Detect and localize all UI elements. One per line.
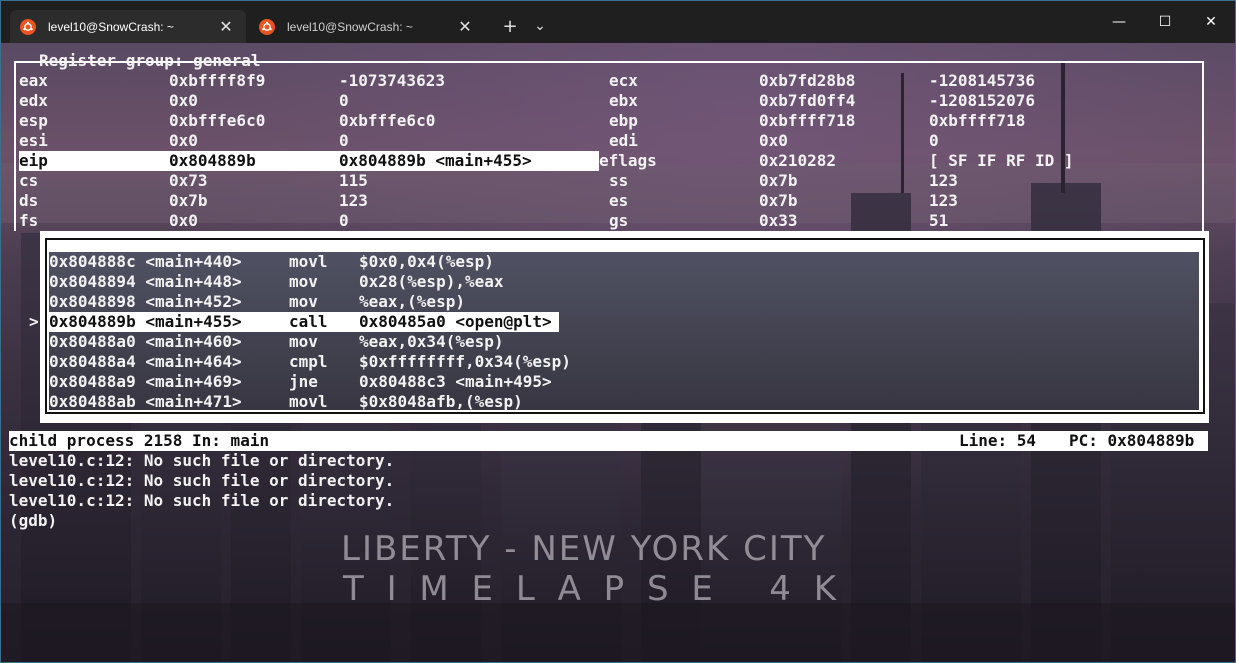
- register-r-name: eflags: [599, 151, 657, 170]
- register-r-name: edi: [609, 131, 638, 150]
- tab-label: level10@SnowCrash: ~: [48, 19, 174, 34]
- title-bar: level10@SnowCrash: ~ ✕ level10@SnowCrash…: [1, 1, 1235, 43]
- register-r-name: ebx: [609, 91, 638, 110]
- terminal-window: level10@SnowCrash: ~ ✕ level10@SnowCrash…: [0, 0, 1236, 663]
- asm-args: $0x8048afb,(%esp): [359, 392, 523, 411]
- wallpaper-subtitle: T I M E L A P S E 4 K: [343, 569, 843, 609]
- register-r-hex: 0x0: [759, 131, 788, 150]
- close-tab-icon[interactable]: ✕: [212, 13, 240, 41]
- register-r-name: ebp: [609, 111, 638, 130]
- register-l-hex: 0x0: [169, 131, 198, 150]
- status-pc: PC: 0x804889b: [1069, 431, 1195, 450]
- close-tab-icon[interactable]: ✕: [451, 13, 479, 41]
- register-l-name: eip: [19, 151, 48, 170]
- tab-1[interactable]: level10@SnowCrash: ~ ✕: [10, 10, 246, 43]
- asm-args: 0x28(%esp),%eax: [359, 272, 504, 291]
- register-r-val: [ SF IF RF ID ]: [929, 151, 1074, 170]
- register-l-name: fs: [19, 211, 39, 230]
- register-l-val: -1073743623: [339, 71, 445, 90]
- register-l-hex: 0x7b: [169, 191, 208, 210]
- register-l-hex: 0x73: [169, 171, 208, 190]
- register-l-hex: 0x0: [169, 91, 198, 110]
- register-l-name: eax: [19, 71, 48, 90]
- asm-args: 0x80485a0 <open@plt>: [359, 312, 552, 331]
- asm-addr: 0x80488a9 <main+469>: [49, 372, 242, 391]
- asm-op: jne: [289, 372, 318, 391]
- register-r-name: es: [609, 191, 629, 210]
- asm-current-marker: >: [29, 312, 39, 331]
- asm-addr: 0x804889b <main+455>: [49, 312, 242, 331]
- gdb-prompt[interactable]: (gdb): [9, 511, 57, 531]
- asm-op: movl: [289, 252, 328, 271]
- asm-op: mov: [289, 272, 318, 291]
- asm-op: movl: [289, 392, 328, 411]
- register-l-hex: 0xbfffe6c0: [169, 111, 266, 130]
- register-r-name: gs: [609, 211, 629, 230]
- asm-addr: 0x8048894 <main+448>: [49, 272, 242, 291]
- asm-args: %eax,(%esp): [359, 292, 465, 311]
- register-l-val: 123: [339, 191, 368, 210]
- register-l-name: esi: [19, 131, 48, 150]
- register-l-val: 0: [339, 91, 349, 110]
- tab-2[interactable]: level10@SnowCrash: ~ ✕: [249, 10, 485, 43]
- register-l-val: 0: [339, 131, 349, 150]
- register-l-name: esp: [19, 111, 48, 130]
- register-l-hex: 0xbffff8f9: [169, 71, 266, 90]
- asm-addr: 0x80488a4 <main+464>: [49, 352, 242, 371]
- register-l-name: edx: [19, 91, 48, 110]
- register-r-hex: 0x210282: [759, 151, 837, 170]
- ubuntu-icon: [20, 18, 36, 35]
- asm-args: 0x80488c3 <main+495>: [359, 372, 552, 391]
- wallpaper-title: LIBERTY - NEW YORK CITY: [341, 529, 827, 569]
- asm-addr: 0x804888c <main+440>: [49, 252, 242, 271]
- terminal-pane[interactable]: Register group: general eax 0xbffff8f9 -10…: [1, 43, 1235, 662]
- tab-dropdown-button[interactable]: ⌄: [525, 10, 555, 42]
- register-r-name: ss: [609, 171, 629, 190]
- register-r-hex: 0xb7fd0ff4: [759, 91, 856, 110]
- asm-addr: 0x8048898 <main+452>: [49, 292, 242, 311]
- register-l-name: cs: [19, 171, 39, 190]
- register-r-val: 123: [929, 191, 958, 210]
- register-r-hex: 0x7b: [759, 171, 798, 190]
- console-line: level10.c:12: No such file or directory.: [9, 491, 395, 510]
- register-r-hex: 0xbffff718: [759, 111, 856, 130]
- asm-addr: 0x80488a0 <main+460>: [49, 332, 242, 351]
- register-r-name: ecx: [609, 71, 638, 90]
- register-r-hex: 0x33: [759, 211, 798, 230]
- register-l-name: ds: [19, 191, 39, 210]
- asm-op: cmpl: [289, 352, 328, 371]
- register-l-val: 115: [339, 171, 368, 190]
- console-line: level10.c:12: No such file or directory.: [9, 451, 395, 470]
- tab-label: level10@SnowCrash: ~: [287, 19, 413, 34]
- asm-op: mov: [289, 292, 318, 311]
- register-r-val: 0: [929, 131, 939, 150]
- status-process: child process 2158 In: main: [9, 431, 270, 450]
- register-panel-title: Register group: general: [39, 51, 261, 70]
- register-l-val: 0: [339, 211, 349, 230]
- register-r-val: 0xbffff718: [929, 111, 1026, 130]
- register-l-val: 0x804889b <main+455>: [339, 151, 532, 170]
- console-line: level10.c:12: No such file or directory.: [9, 471, 395, 490]
- asm-addr: 0x80488ab <main+471>: [49, 392, 242, 411]
- asm-args: $0xffffffff,0x34(%esp): [359, 352, 571, 371]
- ubuntu-icon: [259, 18, 275, 35]
- register-r-hex: 0xb7fd28b8: [759, 71, 856, 90]
- register-l-val: 0xbfffe6c0: [339, 111, 436, 130]
- maximize-button[interactable]: ☐: [1142, 1, 1188, 43]
- register-l-hex: 0x0: [169, 211, 198, 230]
- asm-args: %eax,0x34(%esp): [359, 332, 504, 351]
- asm-op: call: [289, 312, 328, 331]
- register-r-val: -1208145736: [929, 71, 1035, 90]
- register-r-hex: 0x7b: [759, 191, 798, 210]
- status-line: Line: 54: [959, 431, 1037, 450]
- register-r-val: 123: [929, 171, 958, 190]
- register-r-val: -1208152076: [929, 91, 1035, 110]
- register-l-hex: 0x804889b: [169, 151, 256, 170]
- minimize-button[interactable]: —: [1096, 1, 1142, 43]
- asm-args: $0x0,0x4(%esp): [359, 252, 494, 271]
- close-window-button[interactable]: ✕: [1188, 1, 1234, 43]
- new-tab-button[interactable]: +: [495, 10, 525, 42]
- asm-op: mov: [289, 332, 318, 351]
- register-r-val: 51: [929, 211, 949, 230]
